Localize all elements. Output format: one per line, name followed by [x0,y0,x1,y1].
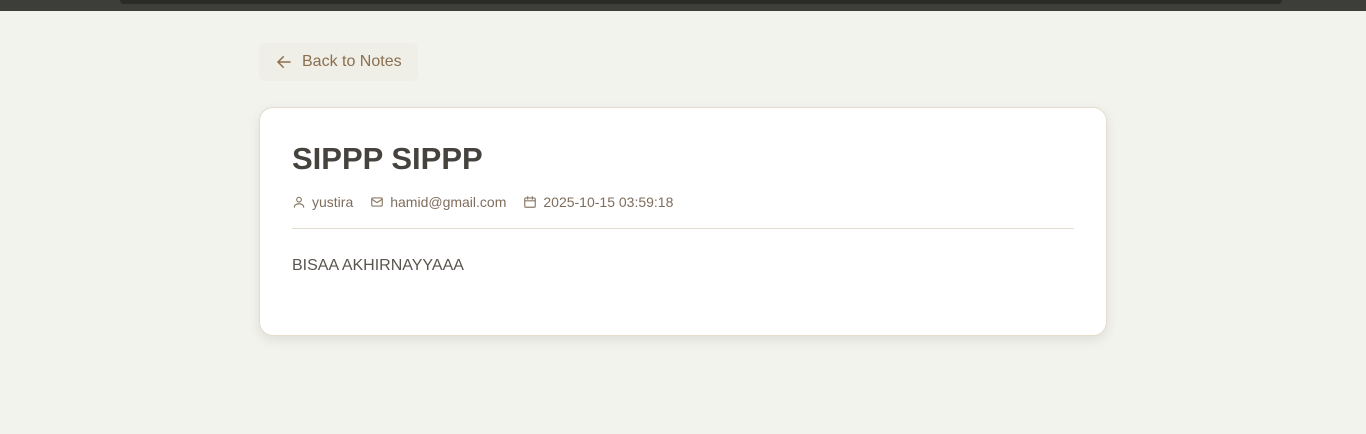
note-meta: yustira hamid@gmail.com 2025-10-15 03:59… [292,194,673,210]
note-author: yustira [292,194,353,210]
back-button-label: Back to Notes [302,53,402,70]
arrow-left-icon [275,53,293,71]
back-to-notes-button[interactable]: Back to Notes [259,43,418,81]
browser-top-bar [0,0,1366,11]
user-icon [292,195,306,209]
note-card: SIPPP SIPPP yustira hamid@gmail.com 2025… [259,107,1107,336]
timestamp-text: 2025-10-15 03:59:18 [543,194,674,210]
note-title: SIPPP SIPPP [292,141,483,176]
note-timestamp: 2025-10-15 03:59:18 [523,194,673,210]
note-content: BISAA AKHIRNAYYAAA [292,257,464,274]
calendar-icon [523,195,537,209]
browser-top-bar-inner [120,0,1282,4]
author-email: hamid@gmail.com [390,194,507,210]
divider [292,228,1074,229]
mail-icon [370,195,384,209]
author-name: yustira [312,194,354,210]
note-email: hamid@gmail.com [370,194,506,210]
